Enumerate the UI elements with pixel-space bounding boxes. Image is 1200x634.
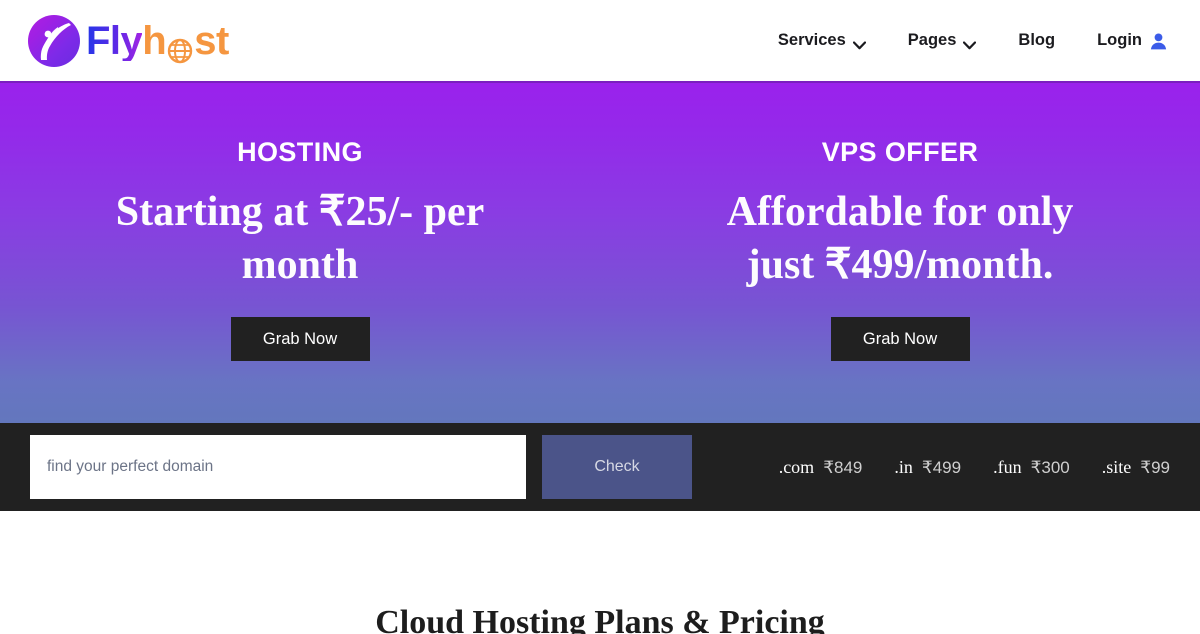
hero-banner: HOSTING Starting at ₹25/- per month Grab… [0, 81, 1200, 423]
brand-wordmark: Fly h st [86, 18, 229, 63]
nav-item-pages[interactable]: Pages [908, 31, 977, 50]
brand-name-fly: Fly [86, 18, 143, 63]
tld-name: .fun [993, 456, 1022, 477]
tld-item-com[interactable]: .com ₹849 [779, 457, 863, 478]
nav-label-login: Login [1097, 31, 1142, 49]
chevron-down-icon [963, 36, 977, 50]
tld-price-list: .com ₹849 .in ₹499 .fun ₹300 .site ₹99 [779, 457, 1200, 478]
pricing-section-title: Cloud Hosting Plans & Pricing [375, 604, 825, 634]
tld-item-site[interactable]: .site ₹99 [1102, 457, 1170, 478]
nav-label-pages: Pages [907, 31, 957, 49]
landing-page: Fly h st Services Pages Blog Login HOSTI… [0, 0, 1200, 634]
domain-search-bar: Check .com ₹849 .in ₹499 .fun ₹300 .site… [0, 423, 1200, 511]
tld-price: ₹849 [823, 457, 863, 477]
hero-kicker-vps: VPS OFFER [821, 137, 979, 167]
nav-item-blog[interactable]: Blog [1018, 31, 1055, 50]
domain-check-button[interactable]: Check [542, 435, 692, 499]
chevron-down-icon [852, 36, 866, 50]
nav-label-services: Services [777, 31, 846, 49]
nav-item-services[interactable]: Services [778, 31, 866, 50]
hero-offer-vps: VPS OFFER Affordable for only just ₹499/… [600, 83, 1200, 423]
brand-name-st: st [194, 18, 229, 63]
nav-label-blog: Blog [1018, 31, 1056, 49]
hero-kicker-hosting: HOSTING [237, 137, 363, 167]
globe-icon [167, 31, 193, 63]
tld-name: .in [894, 456, 913, 477]
tld-item-in[interactable]: .in ₹499 [894, 457, 961, 478]
flyhost-logo-icon [28, 14, 80, 67]
tld-name: .com [778, 456, 815, 477]
tld-item-fun[interactable]: .fun ₹300 [993, 457, 1070, 478]
pricing-section: Cloud Hosting Plans & Pricing [0, 511, 1200, 634]
user-icon [1149, 32, 1168, 51]
site-header: Fly h st Services Pages Blog Login [0, 0, 1200, 81]
hero-title-vps: Affordable for only just ₹499/month. [726, 189, 1074, 288]
brand-name-h: h [142, 18, 167, 63]
grab-now-button-vps[interactable]: Grab Now [830, 317, 970, 362]
brand-logo[interactable]: Fly h st [28, 14, 229, 67]
tld-price: ₹499 [921, 457, 962, 477]
domain-search-input[interactable] [30, 435, 526, 499]
grab-now-button-hosting[interactable]: Grab Now [230, 317, 370, 362]
tld-price: ₹99 [1140, 457, 1170, 477]
tld-name: .site [1101, 456, 1132, 477]
main-navigation: Services Pages Blog Login [778, 31, 1172, 50]
tld-price: ₹300 [1030, 457, 1070, 477]
hero-title-hosting: Starting at ₹25/- per month [115, 189, 485, 288]
hero-offer-hosting: HOSTING Starting at ₹25/- per month Grab… [0, 83, 600, 423]
nav-item-login[interactable]: Login [1097, 31, 1168, 50]
